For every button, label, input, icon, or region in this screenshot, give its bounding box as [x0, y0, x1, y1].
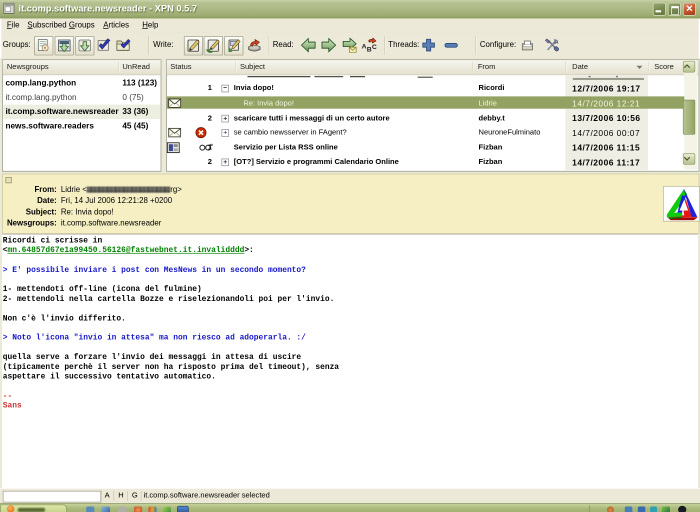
svg-text:C: C [372, 44, 377, 51]
